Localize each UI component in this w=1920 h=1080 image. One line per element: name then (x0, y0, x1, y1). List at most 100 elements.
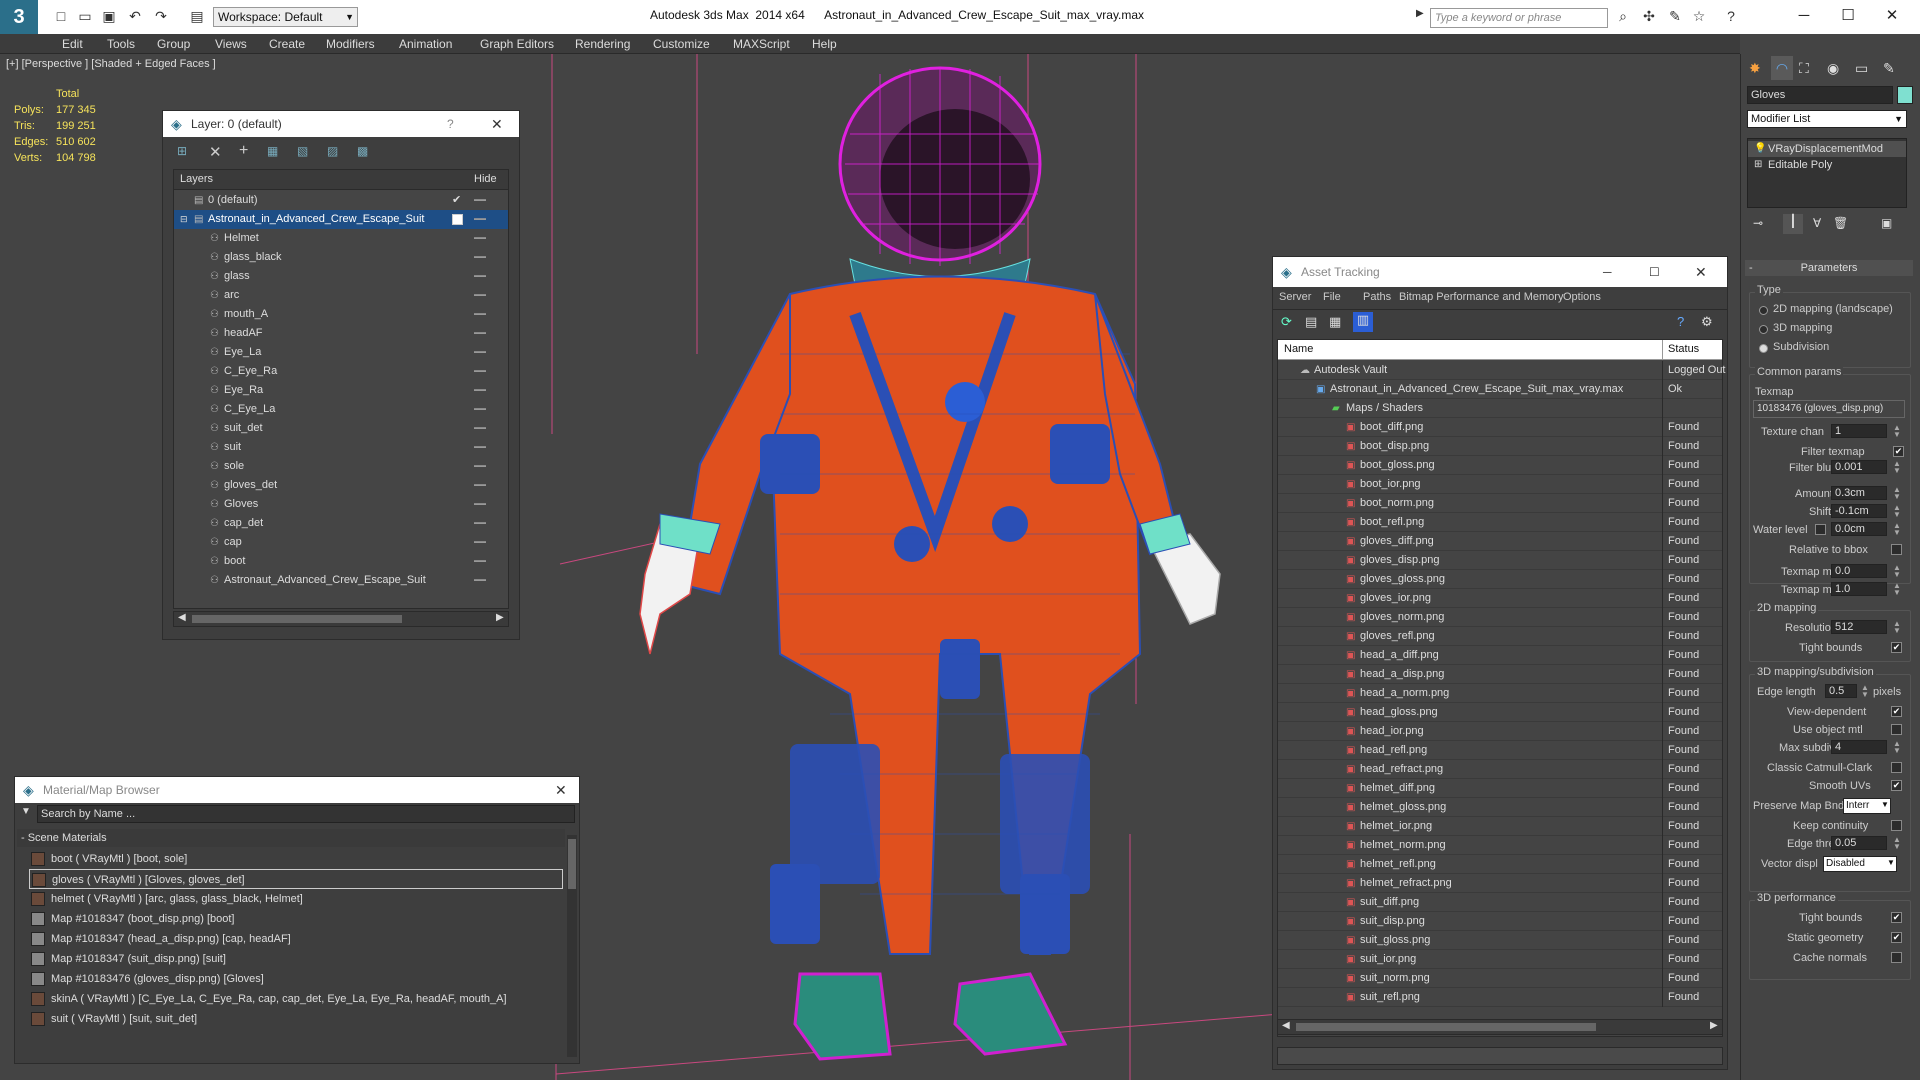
layer-row[interactable]: ⚇ cap_det ▬▬ (174, 514, 508, 533)
layer-row[interactable]: ⚇ glass_black ▬▬ (174, 248, 508, 267)
spinner-icon[interactable]: ▲▼ (1893, 564, 1901, 579)
map-file-row[interactable]: ▣ boot_gloss.png Found (1278, 456, 1722, 475)
select-objects-icon[interactable]: ▦ (267, 144, 278, 158)
map-file-row[interactable]: ▣ gloves_norm.png Found (1278, 608, 1722, 627)
map-file-row[interactable]: ▣ head_a_norm.png Found (1278, 684, 1722, 703)
remove-modifier-icon[interactable]: 🗑 (1833, 216, 1848, 230)
add-to-layer-icon[interactable]: + (239, 142, 248, 160)
spinner-icon[interactable]: ▲▼ (1893, 620, 1901, 635)
refresh-icon[interactable]: ⟳ (1281, 314, 1292, 330)
map-file-row[interactable]: ▣ head_ior.png Found (1278, 722, 1722, 741)
stack-item-vraydisplacement[interactable]: 💡 VRayDisplacementMod (1748, 141, 1906, 157)
scroll-right-icon[interactable]: ▶ (1710, 1020, 1718, 1031)
layer-row[interactable]: ⚇ Helmet ▬▬ (174, 229, 508, 248)
amount-field[interactable]: 0.3cm (1831, 486, 1887, 500)
map-file-row[interactable]: ▣ helmet_refract.png Found (1278, 874, 1722, 893)
layer-row[interactable]: ⚇ headAF ▬▬ (174, 324, 508, 343)
map-file-row[interactable]: ▣ suit_disp.png Found (1278, 912, 1722, 931)
highlight-layer-icon[interactable]: ▧ (297, 144, 308, 158)
hold-icon[interactable]: ▤ (186, 6, 208, 26)
options-dropdown-icon[interactable]: ▼ (21, 806, 31, 817)
asset-menu-paths[interactable]: Paths (1363, 291, 1391, 303)
material-item[interactable]: helmet ( VRayMtl ) [arc, glass, glass_bl… (29, 889, 563, 909)
set-active-checkbox[interactable] (452, 214, 463, 225)
list-view-icon[interactable]: ▤ (1305, 314, 1317, 330)
asset-horizontal-scrollbar[interactable]: ◀ ▶ (1277, 1019, 1723, 1035)
asset-menu-bitmap-performance-and-memory[interactable]: Bitmap Performance and Memory (1399, 291, 1563, 303)
hide-toggle-icon[interactable]: ▬▬ (474, 305, 486, 324)
show-end-result-icon[interactable]: ┃ (1783, 214, 1803, 234)
hierarchy-tab-icon[interactable]: ⛶ (1799, 60, 1809, 77)
communication-icon[interactable]: ✎ (1664, 6, 1686, 26)
layer-row[interactable]: ⚇ arc ▬▬ (174, 286, 508, 305)
tools-icon[interactable]: ✣ (1638, 6, 1660, 26)
asset-tracking-titlebar[interactable]: ◈ Asset Tracking ─ ☐ ✕ (1273, 257, 1727, 287)
material-item[interactable]: skinA ( VRayMtl ) [C_Eye_La, C_Eye_Ra, c… (29, 989, 563, 1009)
shift-field[interactable]: -0.1cm (1831, 504, 1887, 518)
material-browser-titlebar[interactable]: ◈ Material/Map Browser ✕ (15, 777, 579, 803)
hide-toggle-icon[interactable]: ▬▬ (474, 419, 486, 438)
map-file-row[interactable]: ▣ head_refl.png Found (1278, 741, 1722, 760)
binoculars-icon[interactable]: ⌕ (1612, 6, 1634, 26)
display-tab-icon[interactable]: ▭ (1855, 60, 1868, 77)
material-item[interactable]: Map #1018347 (boot_disp.png) [boot] (29, 909, 563, 929)
maximize-button[interactable]: ☐ (1826, 2, 1870, 30)
texmap-max-field[interactable]: 1.0 (1831, 582, 1887, 596)
redo-icon[interactable]: ↷ (150, 6, 172, 26)
filter-blur-field[interactable]: 0.001 (1831, 460, 1887, 474)
asset-menu-options[interactable]: Options (1563, 291, 1601, 303)
map-file-row[interactable]: ▣ boot_ior.png Found (1278, 475, 1722, 494)
at-close-button[interactable]: ✕ (1695, 257, 1707, 287)
layer-row[interactable]: ⚇ cap ▬▬ (174, 533, 508, 552)
map-file-row[interactable]: ▣ head_gloss.png Found (1278, 703, 1722, 722)
map-file-row[interactable]: ▣ suit_norm.png Found (1278, 969, 1722, 988)
hide-toggle-icon[interactable]: ▬▬ (474, 514, 486, 533)
new-file-icon[interactable]: □ (50, 6, 72, 26)
map-file-row[interactable]: ▣ helmet_gloss.png Found (1278, 798, 1722, 817)
app-logo-button[interactable]: 3 (0, 0, 38, 34)
layer-row[interactable]: ⚇ suit_det ▬▬ (174, 419, 508, 438)
status-column-header[interactable]: Status (1668, 343, 1699, 355)
layers-column-header[interactable]: Layers (180, 173, 213, 185)
map-file-row[interactable]: ▣ gloves_gloss.png Found (1278, 570, 1722, 589)
layer-row[interactable]: ▤ 0 (default) ✔ ▬▬ (174, 191, 508, 210)
texmap-min-field[interactable]: 0.0 (1831, 564, 1887, 578)
close-button[interactable]: ✕ (1870, 2, 1914, 30)
hide-toggle-icon[interactable]: ▬▬ (474, 210, 486, 229)
menu-item-modifiers[interactable]: Modifiers (320, 34, 381, 54)
hide-toggle-icon[interactable]: ▬▬ (474, 571, 486, 590)
filter-texmap-checkbox[interactable]: ✔ (1893, 446, 1904, 457)
vector-displ-dropdown[interactable]: Disabled (1823, 856, 1897, 872)
name-column-header[interactable]: Name (1284, 343, 1313, 355)
layer-row[interactable]: ⚇ Eye_La ▬▬ (174, 343, 508, 362)
spinner-icon[interactable]: ▲▼ (1893, 582, 1901, 597)
classic-catmull-checkbox[interactable] (1891, 762, 1902, 773)
spinner-icon[interactable]: ▲▼ (1893, 522, 1901, 537)
at-settings-icon[interactable]: ⚙ (1701, 314, 1713, 330)
menu-item-maxscript[interactable]: MAXScript (727, 34, 796, 54)
layer-row[interactable]: ⚇ gloves_det ▬▬ (174, 476, 508, 495)
menu-item-graph-editors[interactable]: Graph Editors (474, 34, 560, 54)
hide-all-icon[interactable]: ▨ (327, 144, 338, 158)
material-item[interactable]: Map #10183476 (gloves_disp.png) [Gloves] (29, 969, 563, 989)
hide-toggle-icon[interactable]: ▬▬ (474, 248, 486, 267)
cache-normals-checkbox[interactable] (1891, 952, 1902, 963)
layer-window-close-button[interactable]: ✕ (491, 111, 503, 137)
map-file-row[interactable]: ▣ suit_gloss.png Found (1278, 931, 1722, 950)
thumbnail-view-icon[interactable]: ▦ (1329, 314, 1341, 330)
layer-row[interactable]: ▤ Astronaut_in_Advanced_Crew_Escape_Suit ⊟… (174, 210, 508, 229)
map-file-row[interactable]: ▣ gloves_refl.png Found (1278, 627, 1722, 646)
map-file-row[interactable]: ▣ helmet_norm.png Found (1278, 836, 1722, 855)
viewport-label[interactable]: [+] [Perspective ] [Shaded + Edged Faces… (6, 58, 216, 70)
object-name-field[interactable]: Gloves (1747, 86, 1893, 104)
smooth-uvs-checkbox[interactable]: ✔ (1891, 780, 1902, 791)
radio-2d-mapping[interactable] (1759, 306, 1768, 315)
create-layer-icon[interactable]: ⊞ (177, 144, 187, 158)
texture-chan-field[interactable]: 1 (1831, 424, 1887, 438)
search-arrow-icon[interactable]: ▶ (1416, 8, 1424, 19)
map-file-row[interactable]: ▣ gloves_disp.png Found (1278, 551, 1722, 570)
view-dependent-checkbox[interactable]: ✔ (1891, 706, 1902, 717)
material-item[interactable]: boot ( VRayMtl ) [boot, sole] (29, 849, 563, 869)
max-subdivs-field[interactable]: 4 (1831, 740, 1887, 754)
map-file-row[interactable]: ▣ head_a_disp.png Found (1278, 665, 1722, 684)
